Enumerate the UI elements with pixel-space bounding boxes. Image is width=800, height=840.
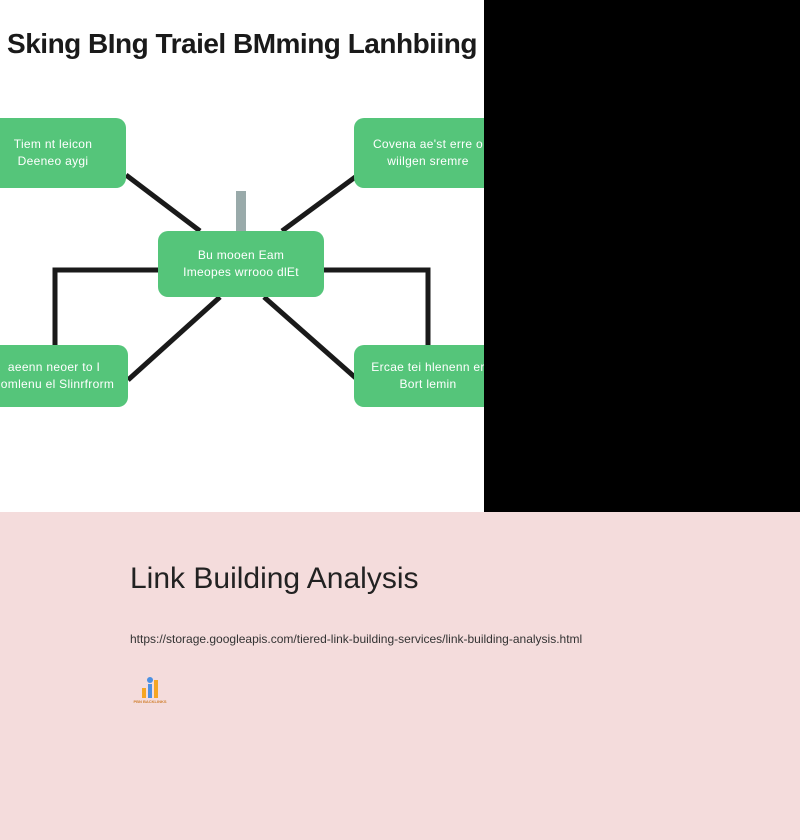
- node-text-line1: Covena ae'st erre o: [373, 136, 483, 153]
- node-text-line2: wiilgen sremre: [387, 153, 469, 170]
- node-text-line2: Deeneo aygi: [18, 153, 89, 170]
- diagram-node-top-left: Tiem nt leicon Deeneo aygi: [0, 118, 126, 188]
- logo-icon: PBN BACKLINKS: [130, 674, 170, 704]
- node-text-line2: Imeopes wrrooo dlEt: [183, 264, 299, 281]
- content-area: Link Building Analysis https://storage.g…: [0, 512, 800, 704]
- diagram-title: Sking BIng Traiel BMming Lanhbiing: [0, 28, 484, 60]
- node-text-line2: Bort lemin: [399, 376, 456, 393]
- black-sidebar: [484, 0, 800, 512]
- center-handle: [236, 191, 246, 231]
- node-text-line1: aeenn neoer to I: [8, 359, 100, 376]
- node-text-line2: nomlenu el Slinrfrorm: [0, 376, 114, 393]
- diagram-node-center: Bu mooen Eam Imeopes wrrooo dlEt: [158, 231, 324, 297]
- node-text-line1: Tiem nt leicon: [14, 136, 92, 153]
- node-text-line1: Bu mooen Eam: [198, 247, 284, 264]
- page-title: Link Building Analysis: [130, 562, 760, 596]
- diagram-node-bottom-right: Ercae tei hlenenn er Bort lemin: [354, 345, 502, 407]
- diagram-panel: Sking BIng Traiel BMming Lanhbiing Tiem …: [0, 0, 484, 512]
- node-text-line1: Ercae tei hlenenn er: [371, 359, 484, 376]
- svg-text:PBN BACKLINKS: PBN BACKLINKS: [133, 699, 166, 704]
- diagram-node-top-right: Covena ae'st erre o wiilgen sremre: [354, 118, 502, 188]
- diagram-node-bottom-left: aeenn neoer to I nomlenu el Slinrfrorm: [0, 345, 128, 407]
- page-url: https://storage.googleapis.com/tiered-li…: [130, 632, 760, 646]
